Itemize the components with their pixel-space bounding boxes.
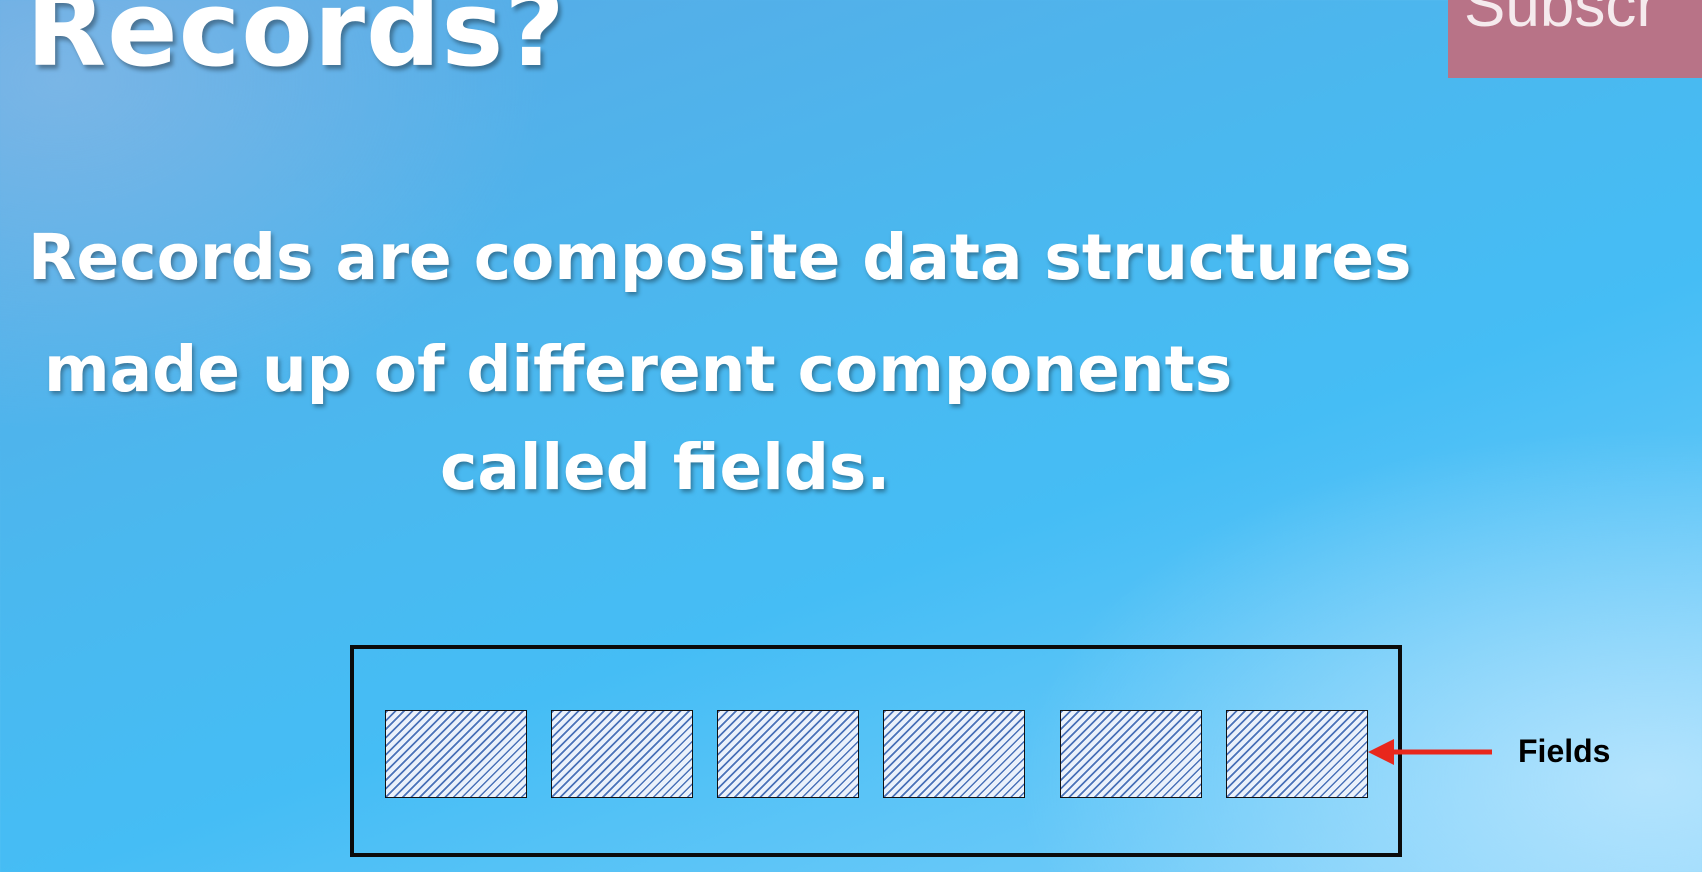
subscribe-label: Subscr <box>1464 0 1657 40</box>
definition-line-1: Records are composite data structures <box>28 221 1412 294</box>
field-cell <box>883 710 1025 798</box>
subscribe-button[interactable]: Subscr <box>1448 0 1702 78</box>
slide-title: Records? <box>26 0 566 90</box>
definition-line-3: called fields. <box>440 431 891 504</box>
field-cell <box>717 710 859 798</box>
field-cell <box>385 710 527 798</box>
fields-label: Fields <box>1518 733 1611 769</box>
arrow-left-icon <box>1368 739 1492 765</box>
field-cell <box>1060 710 1202 798</box>
definition-line-2: made up of different components <box>44 333 1233 406</box>
field-cell <box>551 710 693 798</box>
field-cell <box>1226 710 1368 798</box>
